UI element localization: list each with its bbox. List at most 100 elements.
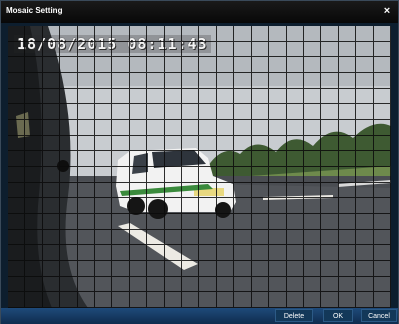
mosaic-cell[interactable] <box>269 104 287 120</box>
mosaic-cell[interactable] <box>129 120 148 136</box>
mosaic-cell[interactable] <box>112 88 130 105</box>
mosaic-cell[interactable] <box>182 276 200 293</box>
mosaic-cell[interactable] <box>234 214 252 230</box>
mosaic-cell[interactable] <box>77 229 96 246</box>
mosaic-cell[interactable] <box>77 135 96 152</box>
mosaic-cell[interactable] <box>356 261 374 277</box>
mosaic-cell[interactable] <box>164 229 183 246</box>
mosaic-cell[interactable] <box>234 41 252 58</box>
mosaic-cell[interactable] <box>95 245 113 261</box>
mosaic-cell[interactable] <box>356 245 374 261</box>
mosaic-cell[interactable] <box>286 104 304 120</box>
mosaic-cell[interactable] <box>147 198 165 214</box>
mosaic-cell[interactable] <box>373 26 391 42</box>
mosaic-cell[interactable] <box>42 57 61 73</box>
mosaic-cell[interactable] <box>129 182 148 199</box>
mosaic-cell[interactable] <box>112 151 130 167</box>
mosaic-cell[interactable] <box>321 292 339 308</box>
mosaic-cell[interactable] <box>373 292 391 308</box>
mosaic-cell[interactable] <box>251 88 270 105</box>
mosaic-cell[interactable] <box>164 261 183 277</box>
mosaic-cell[interactable] <box>112 245 130 261</box>
mosaic-cell[interactable] <box>112 292 130 308</box>
mosaic-cell[interactable] <box>60 198 78 214</box>
mosaic-cell[interactable] <box>199 104 217 120</box>
mosaic-cell[interactable] <box>42 182 61 199</box>
mosaic-cell[interactable] <box>234 182 252 199</box>
mosaic-cell[interactable] <box>373 214 391 230</box>
mosaic-cell[interactable] <box>25 135 43 152</box>
mosaic-cell[interactable] <box>286 214 304 230</box>
mosaic-cell[interactable] <box>303 120 322 136</box>
mosaic-cell[interactable] <box>356 229 374 246</box>
mosaic-cell[interactable] <box>42 26 61 42</box>
mosaic-cell[interactable] <box>95 276 113 293</box>
mosaic-cell[interactable] <box>25 73 43 89</box>
mosaic-cell[interactable] <box>129 104 148 120</box>
mosaic-cell[interactable] <box>269 182 287 199</box>
mosaic-cell[interactable] <box>373 135 391 152</box>
mosaic-cell[interactable] <box>199 26 217 42</box>
mosaic-cell[interactable] <box>95 292 113 308</box>
mosaic-cell[interactable] <box>251 135 270 152</box>
mosaic-cell[interactable] <box>147 214 165 230</box>
mosaic-cell[interactable] <box>8 73 26 89</box>
mosaic-cell[interactable] <box>269 276 287 293</box>
mosaic-cell[interactable] <box>356 26 374 42</box>
mosaic-cell[interactable] <box>199 229 217 246</box>
mosaic-cell[interactable] <box>303 198 322 214</box>
mosaic-cell[interactable] <box>77 261 96 277</box>
mosaic-cell[interactable] <box>77 26 96 42</box>
mosaic-cell[interactable] <box>164 26 183 42</box>
mosaic-cell[interactable] <box>338 104 357 120</box>
mosaic-cell[interactable] <box>321 276 339 293</box>
mosaic-cell[interactable] <box>77 292 96 308</box>
mosaic-cell[interactable] <box>251 198 270 214</box>
mosaic-cell[interactable] <box>286 245 304 261</box>
mosaic-cell[interactable] <box>182 135 200 152</box>
mosaic-cell[interactable] <box>77 214 96 230</box>
mosaic-cell[interactable] <box>356 276 374 293</box>
mosaic-cell[interactable] <box>303 261 322 277</box>
mosaic-cell[interactable] <box>8 151 26 167</box>
mosaic-cell[interactable] <box>182 167 200 183</box>
mosaic-cell[interactable] <box>373 261 391 277</box>
mosaic-cell[interactable] <box>60 104 78 120</box>
mosaic-cell[interactable] <box>303 245 322 261</box>
mosaic-cell[interactable] <box>147 151 165 167</box>
mosaic-cell[interactable] <box>216 245 235 261</box>
mosaic-cell[interactable] <box>129 229 148 246</box>
mosaic-cell[interactable] <box>164 276 183 293</box>
mosaic-cell[interactable] <box>356 57 374 73</box>
mosaic-cell[interactable] <box>251 167 270 183</box>
mosaic-cell[interactable] <box>356 182 374 199</box>
mosaic-cell[interactable] <box>356 292 374 308</box>
mosaic-cell[interactable] <box>216 73 235 89</box>
mosaic-cell[interactable] <box>338 57 357 73</box>
mosaic-cell[interactable] <box>164 151 183 167</box>
mosaic-cell[interactable] <box>321 41 339 58</box>
mosaic-cell[interactable] <box>112 214 130 230</box>
ok-button[interactable]: OK <box>323 309 353 322</box>
mosaic-cell[interactable] <box>286 41 304 58</box>
mosaic-cell[interactable] <box>77 88 96 105</box>
mosaic-cell[interactable] <box>95 229 113 246</box>
mosaic-cell[interactable] <box>95 214 113 230</box>
mosaic-cell[interactable] <box>95 26 113 42</box>
mosaic-cell[interactable] <box>147 26 165 42</box>
mosaic-cell[interactable] <box>216 151 235 167</box>
mosaic-cell[interactable] <box>8 229 26 246</box>
mosaic-cell[interactable] <box>286 167 304 183</box>
mosaic-cell[interactable] <box>199 198 217 214</box>
mosaic-cell[interactable] <box>42 41 61 58</box>
mosaic-cell[interactable] <box>303 292 322 308</box>
mosaic-cell[interactable] <box>286 73 304 89</box>
mosaic-cell[interactable] <box>129 57 148 73</box>
mosaic-cell[interactable] <box>338 26 357 42</box>
mosaic-cell[interactable] <box>269 135 287 152</box>
mosaic-cell[interactable] <box>373 88 391 105</box>
mosaic-cell[interactable] <box>25 41 43 58</box>
mosaic-cell[interactable] <box>356 151 374 167</box>
mosaic-cell[interactable] <box>251 261 270 277</box>
mosaic-cell[interactable] <box>373 182 391 199</box>
